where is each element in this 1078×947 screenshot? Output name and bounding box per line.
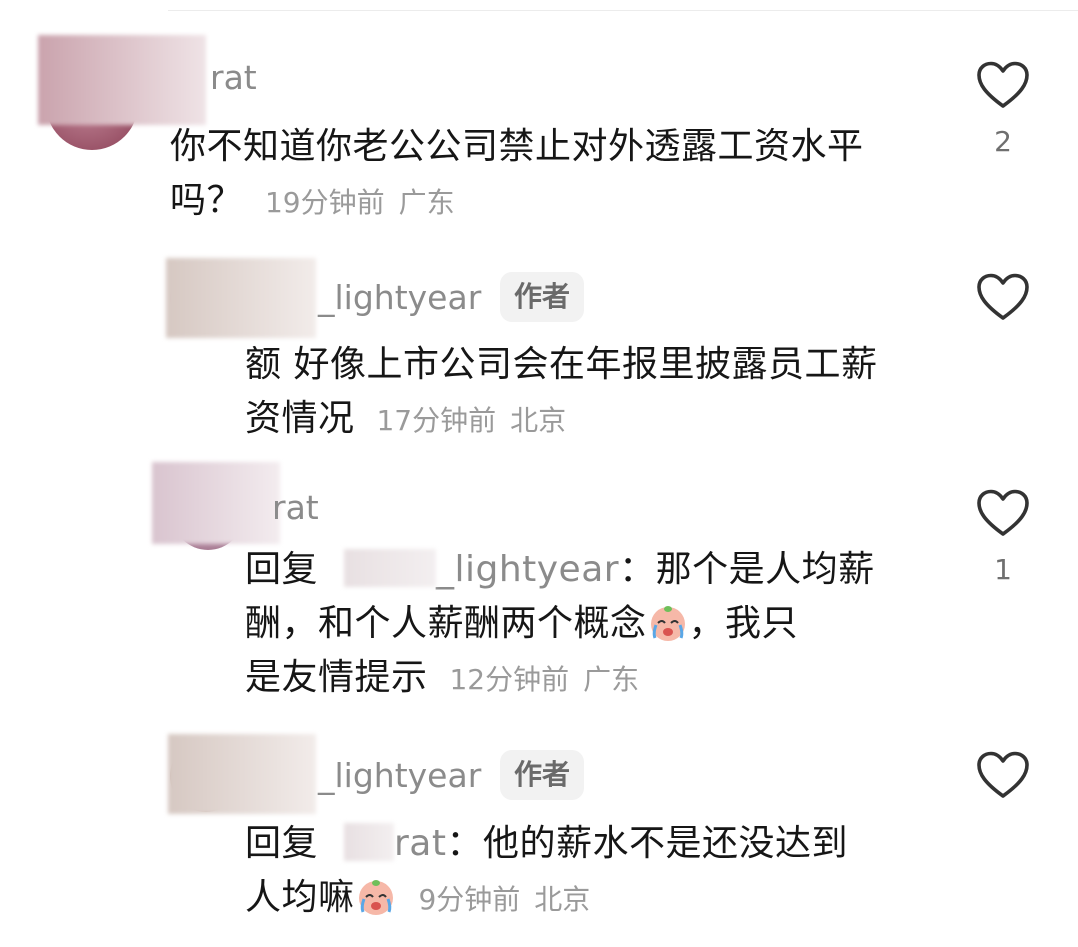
- reply-text: 回复 rat：他的薪水不是还没达到 人均嘛 9分钟前 北京: [245, 817, 925, 927]
- blurred-username-mask: [166, 258, 316, 338]
- comment-meta: 19分钟前 广东: [265, 186, 455, 219]
- reply-text: 回复 _lightyear：那个是人均薪 酬，和个人薪酬两个概念 ，我只 是友情提…: [245, 543, 925, 707]
- reply-prefix: 回复: [245, 823, 319, 864]
- top-divider: [168, 10, 1078, 11]
- crying-emoji-icon: [650, 606, 685, 641]
- reply-prefix: 回复: [245, 549, 319, 590]
- like-count: 1: [994, 553, 1012, 586]
- blurred-username-mask: [38, 35, 206, 125]
- reply-body-line2-after: ，我只: [688, 603, 799, 644]
- reply-location: 北京: [510, 404, 567, 437]
- heart-outline-icon: [977, 751, 1029, 798]
- reply-mention[interactable]: rat: [394, 823, 446, 864]
- reply-time: 12分钟前: [449, 663, 570, 696]
- comment-location: 广东: [398, 186, 455, 219]
- reply-time: 9分钟前: [418, 883, 521, 916]
- reply-body-line1: ：他的薪水不是还没达到: [446, 823, 848, 864]
- reply-body-line2: 酬，和个人薪酬两个概念: [245, 603, 647, 644]
- blurred-username-mask: [152, 462, 280, 544]
- like-button[interactable]: 2: [972, 60, 1034, 158]
- like-button[interactable]: 1: [972, 488, 1034, 586]
- crying-emoji-icon: [358, 880, 393, 915]
- like-button[interactable]: [972, 750, 1034, 800]
- reply-meta: 17分钟前 北京: [376, 404, 566, 437]
- heart-outline-icon: [977, 489, 1029, 536]
- heart-outline-icon: [977, 273, 1029, 320]
- reply-body-line2: 人均嘛: [245, 877, 355, 918]
- reply-username[interactable]: rat: [272, 488, 319, 528]
- reply-meta: 12分钟前 广东: [449, 663, 639, 696]
- blurred-mention-mask: [343, 549, 436, 587]
- reply-text: 额 好像上市公司会在年报里披露员工薪资情况 17分钟前 北京: [245, 338, 905, 448]
- reply-location: 广东: [583, 663, 640, 696]
- reply-location: 北京: [534, 883, 591, 916]
- comment-time: 19分钟前: [264, 186, 385, 219]
- reply-username[interactable]: _lightyear: [318, 756, 481, 796]
- like-button[interactable]: [972, 272, 1034, 322]
- heart-outline-icon: [977, 61, 1029, 108]
- author-badge: 作者: [500, 272, 585, 322]
- reply-mention[interactable]: _lightyear: [436, 549, 619, 590]
- author-badge: 作者: [500, 750, 585, 800]
- blurred-username-mask: [168, 734, 316, 814]
- reply-username[interactable]: _lightyear: [318, 278, 481, 318]
- comment-text: 你不知道你老公公司禁止对外透露工资水平吗？ 19分钟前 广东: [170, 120, 910, 230]
- comment-username[interactable]: rat: [210, 58, 257, 98]
- like-count: 2: [994, 125, 1012, 158]
- reply-body-line1: ：那个是人均薪: [619, 549, 875, 590]
- reply-meta: 9分钟前 北京: [418, 883, 590, 916]
- blurred-mention-mask: [343, 823, 394, 861]
- reply-body-line3: 是友情提示: [245, 657, 428, 698]
- reply-time: 17分钟前: [376, 404, 497, 437]
